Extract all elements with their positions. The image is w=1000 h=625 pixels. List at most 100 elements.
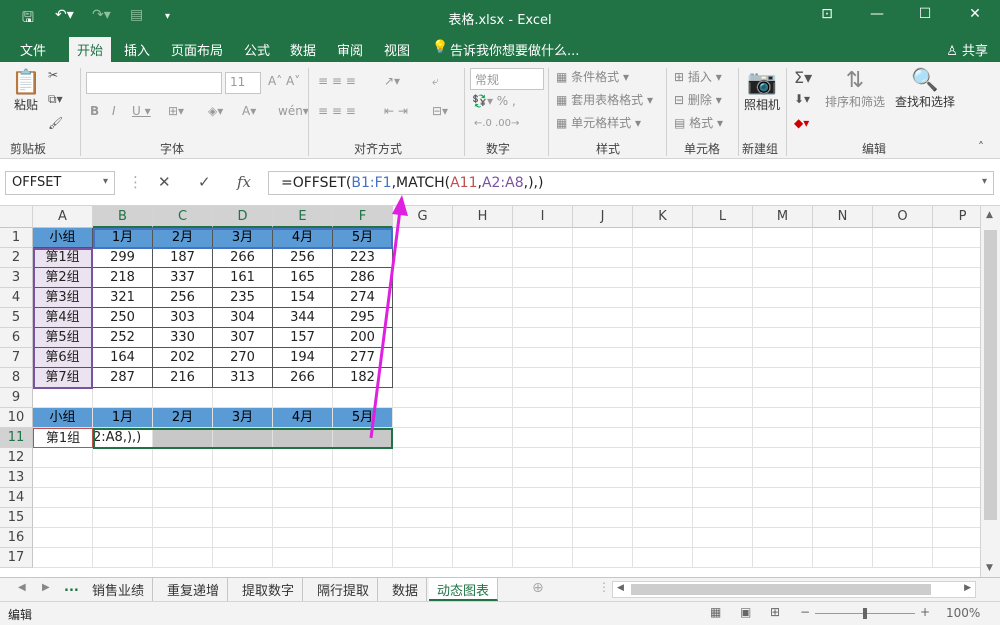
more-sheets-icon[interactable]: ... <box>64 580 79 595</box>
row-header[interactable]: 16 <box>0 528 33 548</box>
grid-cell[interactable] <box>393 368 453 388</box>
table-cell[interactable]: 337 <box>153 268 213 288</box>
grid-cell[interactable] <box>93 548 153 568</box>
tab-home[interactable]: 开始 <box>69 37 112 62</box>
table-cell[interactable]: 第2组 <box>33 268 93 288</box>
grid-cell[interactable] <box>513 368 573 388</box>
grid-cell[interactable] <box>453 248 513 268</box>
grid-cell[interactable] <box>693 408 753 428</box>
table-cell[interactable]: 270 <box>213 348 273 368</box>
grid-cell[interactable] <box>393 448 453 468</box>
grid-cell[interactable] <box>453 348 513 368</box>
zoom-slider-thumb[interactable] <box>863 608 867 619</box>
vertical-scrollbar[interactable]: ▲ ▼ <box>980 206 1000 577</box>
table-cell[interactable]: 第5组 <box>33 328 93 348</box>
grid-cell[interactable] <box>453 448 513 468</box>
grid-cell[interactable] <box>513 408 573 428</box>
sheet-tab-dynamic-chart[interactable]: 动态图表 <box>429 578 499 601</box>
grid-cell[interactable] <box>633 448 693 468</box>
font-color-icon[interactable]: A▾ <box>242 104 256 118</box>
grid-cell[interactable] <box>273 388 333 408</box>
tab-page-layout[interactable]: 页面布局 <box>171 40 223 59</box>
grid-cell[interactable] <box>753 328 813 348</box>
grid-cell[interactable] <box>573 248 633 268</box>
scroll-right-icon[interactable]: ▶ <box>964 583 971 593</box>
table-header-cell[interactable]: 1月 <box>93 228 153 248</box>
grid-cell[interactable] <box>453 488 513 508</box>
row-header[interactable]: 15 <box>0 508 33 528</box>
grid-cell[interactable] <box>753 448 813 468</box>
table-header-cell[interactable]: 5月 <box>333 228 393 248</box>
grid-cell[interactable] <box>573 468 633 488</box>
table-cell[interactable]: 235 <box>213 288 273 308</box>
tab-view[interactable]: 视图 <box>384 40 410 59</box>
minimize-button[interactable]: — <box>862 6 892 22</box>
sheet-tab-repeat[interactable]: 重复递增 <box>159 578 229 601</box>
row-header[interactable]: 17 <box>0 548 33 568</box>
table-header-cell[interactable]: 4月 <box>273 228 333 248</box>
grid-cell[interactable] <box>753 248 813 268</box>
grid-cell[interactable] <box>813 268 873 288</box>
table-cell[interactable]: 202 <box>153 348 213 368</box>
grid-cell[interactable] <box>333 508 393 528</box>
fill-color-icon[interactable]: ◈▾ <box>208 104 223 118</box>
grid-cell[interactable] <box>813 248 873 268</box>
row-header[interactable]: 5 <box>0 308 33 328</box>
grid-cell[interactable] <box>873 228 933 248</box>
grid-cell[interactable] <box>393 508 453 528</box>
result-header-cell[interactable]: 3月 <box>213 408 273 428</box>
grid-cell[interactable] <box>513 528 573 548</box>
grid-cell[interactable] <box>753 388 813 408</box>
table-cell[interactable]: 330 <box>153 328 213 348</box>
grid-cell[interactable] <box>633 288 693 308</box>
grid-cell[interactable] <box>813 308 873 328</box>
sheet-tab-alt-rows[interactable]: 隔行提取 <box>309 578 379 601</box>
column-header[interactable]: L <box>693 206 753 228</box>
cancel-icon[interactable]: ✕ <box>158 173 171 191</box>
table-cell[interactable]: 165 <box>273 268 333 288</box>
grid-cell[interactable] <box>873 508 933 528</box>
grid-cell[interactable] <box>513 428 573 448</box>
grid-cell[interactable] <box>633 408 693 428</box>
grid-cell[interactable] <box>153 548 213 568</box>
grid-cell[interactable] <box>573 388 633 408</box>
prev-sheet-icon[interactable]: ◀ <box>18 582 26 593</box>
column-header[interactable]: C <box>153 206 213 228</box>
fill-icon[interactable]: ⬇▾ <box>794 92 810 106</box>
grid-cell[interactable] <box>693 448 753 468</box>
format-as-table-button[interactable]: ▦ 套用表格格式 ▾ <box>556 91 653 108</box>
result-group-cell[interactable]: 第1组 <box>33 428 93 448</box>
grid-cell[interactable] <box>453 228 513 248</box>
grid-cell[interactable] <box>213 488 273 508</box>
result-cell[interactable] <box>153 428 213 448</box>
grid-cell[interactable] <box>453 368 513 388</box>
grid-cell[interactable] <box>753 368 813 388</box>
zoom-out-icon[interactable]: − <box>800 605 810 619</box>
find-select-button[interactable]: 🔍 查找和选择 <box>892 68 958 110</box>
grid-cell[interactable] <box>873 268 933 288</box>
grid-cell[interactable] <box>153 448 213 468</box>
grid-cell[interactable] <box>813 488 873 508</box>
table-cell[interactable]: 277 <box>333 348 393 368</box>
result-cell[interactable] <box>333 428 393 448</box>
grid-cell[interactable] <box>813 368 873 388</box>
grid-cell[interactable] <box>513 308 573 328</box>
grid-cell[interactable] <box>393 228 453 248</box>
result-header-cell[interactable]: 1月 <box>93 408 153 428</box>
grid-cell[interactable] <box>813 328 873 348</box>
tell-me-box[interactable]: 告诉我你想要做什么... <box>450 40 579 59</box>
delete-button[interactable]: ⊟ 删除 ▾ <box>674 91 722 108</box>
grid-cell[interactable] <box>693 428 753 448</box>
grid-cell[interactable] <box>873 408 933 428</box>
grid-cell[interactable] <box>573 528 633 548</box>
grid-cell[interactable] <box>693 288 753 308</box>
grid-cell[interactable] <box>633 528 693 548</box>
row-header[interactable]: 11 <box>0 428 33 448</box>
select-all-corner[interactable] <box>0 206 33 228</box>
result-header-cell[interactable]: 5月 <box>333 408 393 428</box>
maximize-button[interactable]: ☐ <box>910 6 940 22</box>
grid-cell[interactable] <box>633 508 693 528</box>
grid-cell[interactable] <box>753 408 813 428</box>
grid-cell[interactable] <box>693 508 753 528</box>
grid-cell[interactable] <box>93 388 153 408</box>
